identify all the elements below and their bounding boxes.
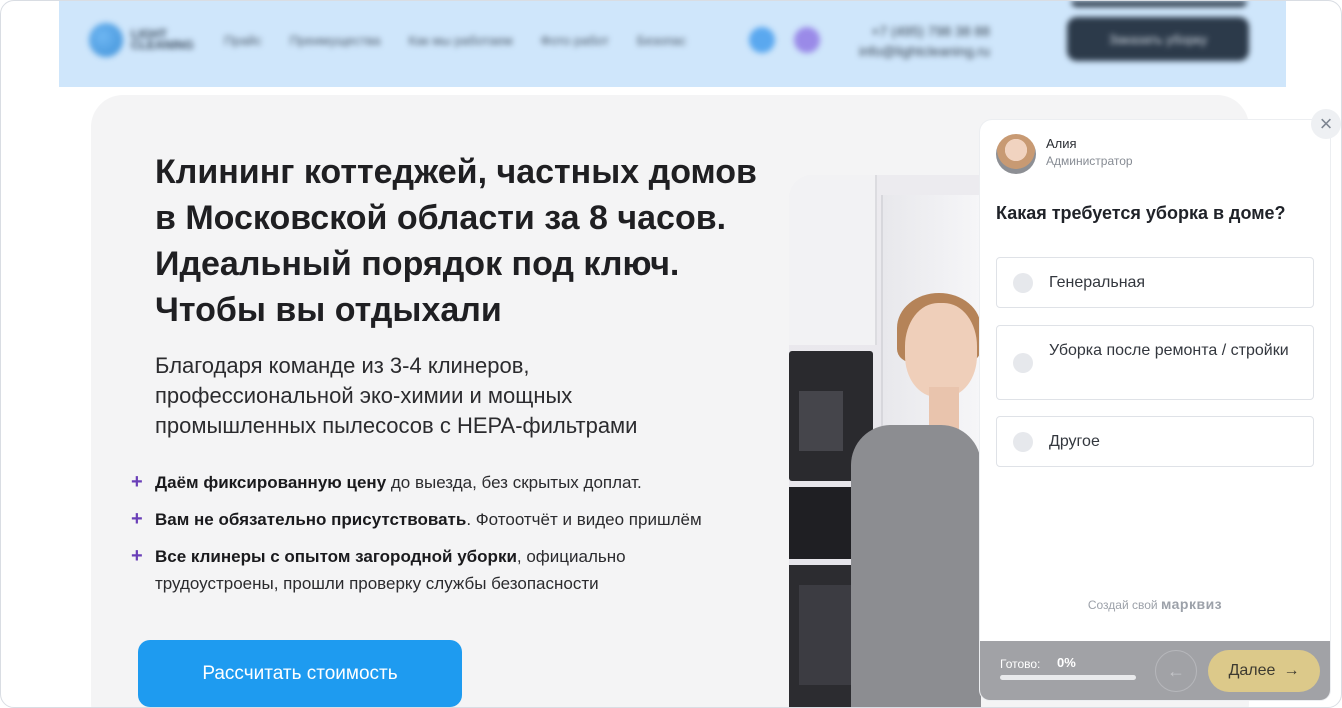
feature-text: до выезда, без скрытых доплат. bbox=[386, 473, 642, 492]
progress-value: 0% bbox=[1057, 655, 1076, 670]
cleaner-photo bbox=[789, 175, 981, 707]
radio-circle-icon[interactable] bbox=[1013, 432, 1033, 452]
plus-icon: + bbox=[131, 508, 143, 530]
feature-bold: Даём фиксированную цену bbox=[155, 473, 387, 492]
option-label: Генеральная bbox=[1049, 274, 1146, 291]
telegram-icon[interactable] bbox=[749, 27, 775, 53]
main-nav: Прайс Преимущества Как мы работаем Фото … bbox=[224, 33, 686, 48]
nav-item-more[interactable]: Безопас bbox=[637, 33, 686, 48]
plus-icon: + bbox=[131, 545, 143, 567]
powered-prefix: Создай свой bbox=[1087, 598, 1158, 612]
kitchen-cabinet bbox=[789, 175, 877, 345]
progress-bar bbox=[1000, 675, 1136, 680]
admin-name: Алия bbox=[1046, 136, 1077, 151]
calculate-cost-button[interactable]: Рассчитать стоимость bbox=[138, 640, 462, 707]
powered-by-link[interactable]: Создай свой марквиз bbox=[980, 596, 1330, 612]
quiz-footer: Готово: 0% ← Далее → bbox=[980, 641, 1330, 700]
logo-icon[interactable] bbox=[89, 23, 123, 57]
option-label: Другое bbox=[1049, 433, 1100, 450]
nav-item-price[interactable]: Прайс bbox=[224, 33, 262, 48]
contacts: +7 (495) 798 38 88 info@lightcleaning.ru bbox=[859, 21, 990, 61]
next-label: Далее bbox=[1228, 662, 1276, 679]
header-button-edge bbox=[1071, 1, 1247, 7]
next-button[interactable]: Далее → bbox=[1208, 650, 1320, 692]
progress-label: Готово: bbox=[1000, 657, 1041, 671]
quiz-option-other[interactable]: Другое bbox=[996, 416, 1314, 467]
phone-link[interactable]: +7 (495) 798 38 88 bbox=[859, 21, 990, 41]
order-cleaning-button[interactable]: Заказать уборку bbox=[1067, 17, 1249, 61]
feature-bold: Все клинеры с опытом загородной уборки bbox=[155, 547, 517, 566]
arrow-right-icon: → bbox=[1283, 662, 1300, 679]
admin-role: Администратор bbox=[1046, 154, 1133, 168]
feature-item: + Вам не обязательно присутствовать. Фот… bbox=[131, 506, 751, 533]
viber-icon[interactable] bbox=[794, 27, 820, 53]
nav-item-advantages[interactable]: Преимущества bbox=[290, 33, 381, 48]
feature-bold: Вам не обязательно присутствовать bbox=[155, 510, 467, 529]
hero-title: Клининг коттеджей, частных домов в Моско… bbox=[155, 153, 757, 329]
radio-circle-icon[interactable] bbox=[1013, 353, 1033, 373]
arrow-left-icon: ← bbox=[1167, 661, 1185, 681]
nav-item-photos[interactable]: Фото работ bbox=[541, 33, 609, 48]
close-quiz-button[interactable]: × bbox=[1311, 109, 1341, 139]
avatar bbox=[996, 134, 1036, 174]
back-button[interactable]: ← bbox=[1155, 650, 1197, 692]
feature-item: + Все клинеры с опытом загородной уборки… bbox=[131, 543, 751, 597]
option-label: Уборка после ремонта / стройки bbox=[1049, 342, 1289, 359]
quiz-question: Какая требуется уборка в доме? bbox=[996, 203, 1286, 223]
page-frame: LIGHT CLEANING Прайс Преимущества Как мы… bbox=[0, 0, 1342, 708]
email-link[interactable]: info@lightcleaning.ru bbox=[859, 41, 990, 61]
feature-list: + Даём фиксированную цену до выезда, без… bbox=[131, 469, 751, 607]
quiz-panel: Алия Администратор Какая требуется уборк… bbox=[980, 120, 1330, 700]
person-face bbox=[905, 303, 977, 397]
quiz-option-after-renovation[interactable]: Уборка после ремонта / стройки bbox=[996, 325, 1314, 400]
site-header: LIGHT CLEANING Прайс Преимущества Как мы… bbox=[59, 1, 1286, 87]
radio-circle-icon[interactable] bbox=[1013, 273, 1033, 293]
feature-text: . Фотоотчёт и видео пришлём bbox=[466, 510, 702, 529]
feature-item: + Даём фиксированную цену до выезда, без… bbox=[131, 469, 751, 496]
nav-item-how-we-work[interactable]: Как мы работаем bbox=[408, 33, 512, 48]
logo-text[interactable]: LIGHT CLEANING bbox=[131, 28, 211, 51]
marquiz-logo: марквиз bbox=[1160, 596, 1223, 612]
plus-icon: + bbox=[131, 471, 143, 493]
hero-subtitle: Благодаря команде из 3-4 клинеров, профе… bbox=[155, 353, 638, 438]
quiz-option-general[interactable]: Генеральная bbox=[996, 257, 1314, 308]
person-uniform bbox=[851, 425, 981, 707]
